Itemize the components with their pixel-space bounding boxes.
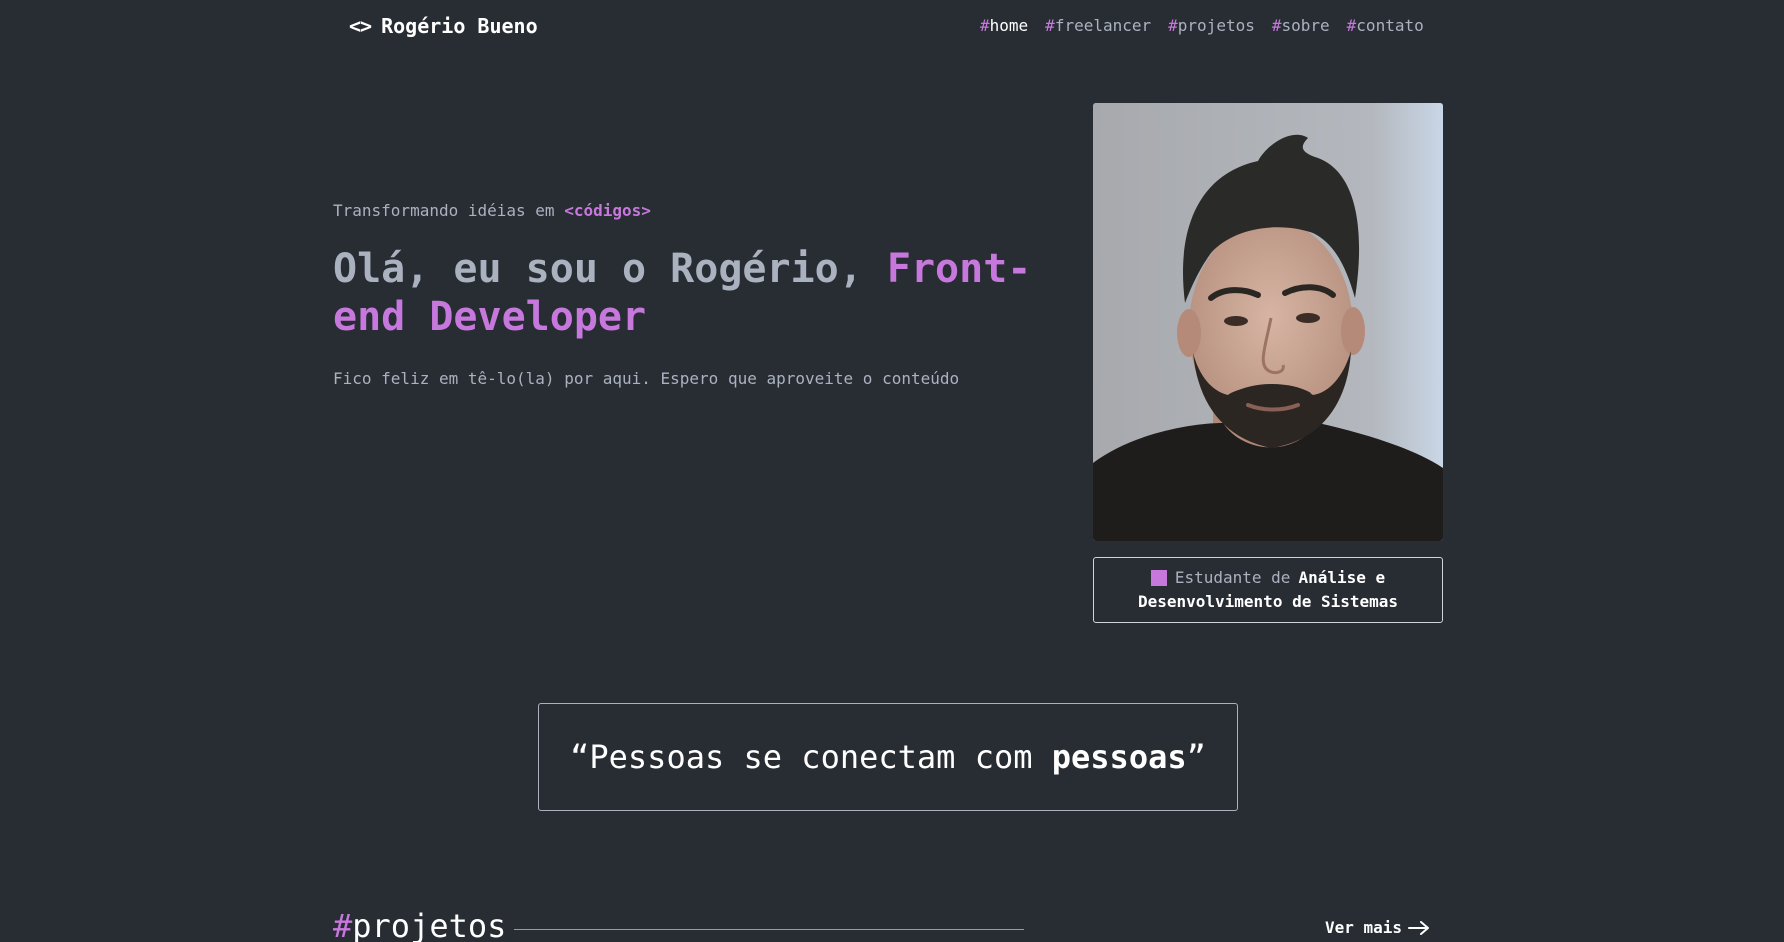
status-line: Estudante de Análise e bbox=[1150, 566, 1386, 590]
nav-item-freelancer[interactable]: #freelancer bbox=[1045, 16, 1151, 35]
status-square-icon bbox=[1150, 570, 1167, 586]
view-more-label: Ver mais bbox=[1325, 918, 1403, 937]
quote-open: “Pessoas se conectam com bbox=[570, 738, 1052, 776]
hero-subtext: Fico feliz em tê-lo(la) por aqui. Espero… bbox=[333, 369, 960, 388]
nav-label: freelancer bbox=[1054, 16, 1152, 35]
nav-item-sobre[interactable]: #sobre bbox=[1272, 16, 1330, 35]
status-course-2: Desenvolvimento de Sistemas bbox=[1137, 592, 1399, 611]
view-more-link[interactable]: Ver mais bbox=[1325, 918, 1430, 937]
main-nav: #home #freelancer #projetos #sobre #cont… bbox=[980, 16, 1424, 35]
arrow-right-icon bbox=[1408, 920, 1430, 935]
quote-close: ” bbox=[1186, 738, 1206, 776]
nav-label: contato bbox=[1356, 16, 1424, 35]
nav-item-contato[interactable]: #contato bbox=[1347, 16, 1424, 35]
headline-prefix: Olá, eu sou o Rogério, bbox=[333, 246, 887, 292]
section-label: projetos bbox=[352, 907, 507, 942]
nav-label: sobre bbox=[1281, 16, 1330, 35]
nav-hash: # bbox=[1168, 16, 1178, 35]
nav-hash: # bbox=[980, 16, 990, 35]
status-course-1: Análise e bbox=[1298, 568, 1386, 587]
profile-photo bbox=[1093, 103, 1443, 541]
status-card: Estudante de Análise e Desenvolvimento d… bbox=[1093, 557, 1443, 623]
portrait-image bbox=[1093, 103, 1443, 541]
section-divider bbox=[514, 929, 1024, 930]
tagline-code: <códigos> bbox=[564, 201, 651, 220]
logo[interactable]: <> Rogério Bueno bbox=[349, 14, 538, 38]
nav-item-home[interactable]: #home bbox=[980, 16, 1028, 35]
hero-tagline: Transformando idéias em <códigos> bbox=[333, 201, 651, 220]
quote-card: “Pessoas se conectam com pessoas” bbox=[538, 703, 1238, 811]
nav-hash: # bbox=[1045, 16, 1055, 35]
code-brackets-icon: <> bbox=[349, 14, 372, 38]
logo-text: Rogério Bueno bbox=[381, 14, 538, 38]
tagline-prefix: Transformando idéias em bbox=[333, 201, 565, 220]
quote-strong: pessoas bbox=[1051, 738, 1187, 776]
nav-hash: # bbox=[1346, 16, 1357, 35]
hero-headline: Olá, eu sou o Rogério, Front-end Develop… bbox=[333, 245, 1053, 341]
status-prefix: Estudante de bbox=[1174, 568, 1291, 587]
nav-item-projetos[interactable]: #projetos bbox=[1168, 16, 1255, 35]
section-hash: # bbox=[333, 907, 353, 942]
nav-label: projetos bbox=[1177, 16, 1255, 35]
projects-section-title: #projetos bbox=[333, 904, 506, 942]
nav-label: home bbox=[989, 16, 1029, 35]
